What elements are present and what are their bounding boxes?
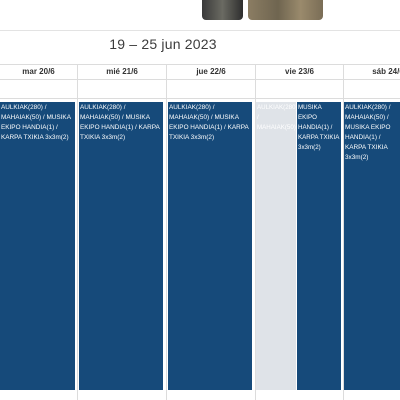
grid-line (0, 98, 400, 99)
calendar-event[interactable]: MUSIKA EKIPO HANDIA(1) / KARPA TXIKIA 3x… (297, 102, 341, 390)
day-header-fri[interactable]: vie 23/6 (256, 64, 343, 79)
thumbnail-image[interactable] (248, 0, 323, 20)
grid-line (166, 64, 167, 400)
top-bar (0, 0, 400, 24)
day-header-thu[interactable]: jue 22/6 (167, 64, 255, 79)
grid-line (0, 79, 400, 80)
calendar-date-range-title: 19 – 25 jun 2023 (109, 36, 217, 52)
thumbnail-image[interactable] (202, 0, 243, 20)
day-header-tue[interactable]: mar 20/6 (0, 64, 77, 79)
calendar-event[interactable]: AULKIAK(280) / MAHAIAK(50) / MUSIKA EKIP… (79, 102, 163, 390)
calendar-event-faded[interactable]: AULKIAK(280) / MAHAIAK(50) (256, 102, 296, 390)
day-header-sat[interactable]: sáb 24/6 (344, 64, 400, 79)
divider (0, 30, 400, 31)
calendar-event[interactable]: AULKIAK(280) / MAHAIAK(50) / MUSIKA EKIP… (344, 102, 400, 390)
week-calendar-grid: mar 20/6 mié 21/6 jue 22/6 vie 23/6 sáb … (0, 64, 400, 400)
grid-line (77, 64, 78, 400)
calendar-event[interactable]: AULKIAK(280) / MAHAIAK(50) / MUSIKA EKIP… (168, 102, 252, 390)
day-header-wed[interactable]: mié 21/6 (78, 64, 166, 79)
calendar-event[interactable]: AULKIAK(280) / MAHAIAK(50) / MUSIKA EKIP… (0, 102, 75, 390)
